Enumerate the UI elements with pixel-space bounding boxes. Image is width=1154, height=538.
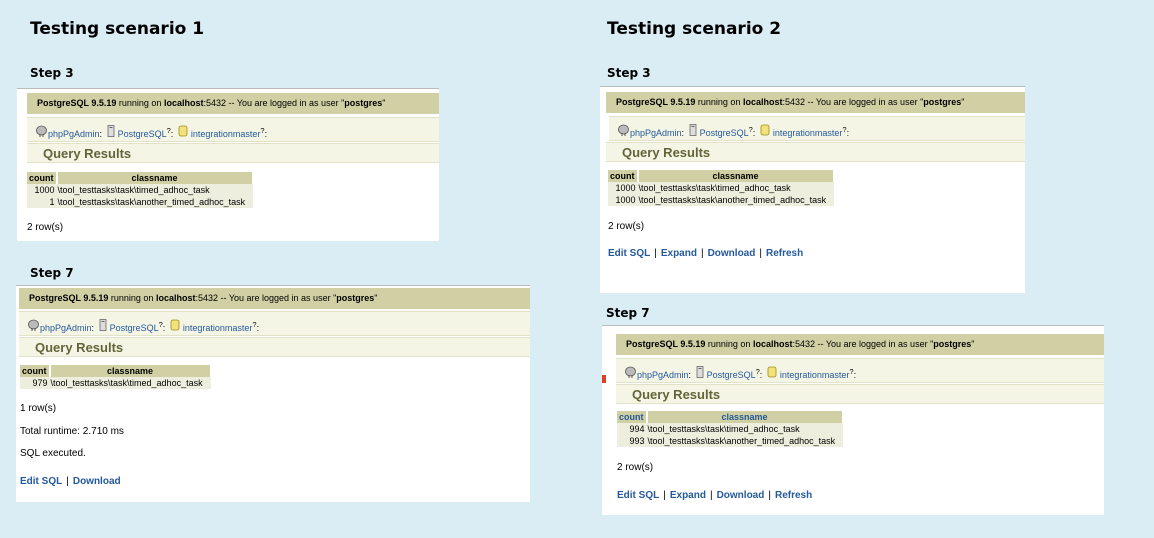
server-info-bar: PostgreSQL 9.5.19 running on localhost:5… — [19, 288, 530, 309]
s2-step3-label: Step 3 — [607, 66, 651, 80]
column-classname: classname — [646, 411, 844, 423]
s2-step7-label: Step 7 — [606, 306, 650, 320]
breadcrumb-phppgadmin[interactable]: phpPgAdmin — [630, 128, 682, 138]
breadcrumb-server[interactable]: PostgreSQL — [110, 323, 159, 333]
breadcrumb-phppgadmin[interactable]: phpPgAdmin — [40, 323, 92, 333]
query-results-heading: Query Results — [616, 384, 1104, 404]
s2-step3-panel: PostgreSQL 9.5.19 running on localhost:5… — [600, 86, 1025, 293]
results-table: count classname 979 \tool_testtasks\task… — [20, 365, 212, 389]
table-row: 1000 \tool_testtasks\task\timed_adhoc_ta… — [608, 182, 834, 194]
total-runtime: Total runtime: 2.710 ms — [20, 426, 124, 437]
breadcrumb-database[interactable]: integrationmaster — [191, 129, 261, 139]
results-table: count classname 994 \tool_testtasks\task… — [617, 411, 844, 447]
expand-link[interactable]: Expand — [661, 248, 697, 259]
expand-link[interactable]: Expand — [670, 490, 706, 501]
edit-sql-link[interactable]: Edit SQL — [617, 490, 659, 501]
column-count: count — [20, 365, 51, 377]
refresh-link[interactable]: Refresh — [766, 248, 803, 259]
s1-step3-panel: PostgreSQL 9.5.19 running on localhost:5… — [17, 88, 439, 241]
row-count: 2 row(s) — [27, 222, 64, 233]
scenario-2-title: Testing scenario 2 — [607, 19, 782, 39]
s1-step3-label: Step 3 — [30, 66, 74, 80]
server-info-bar: PostgreSQL 9.5.19 running on localhost:5… — [27, 93, 439, 114]
table-row: 994 \tool_testtasks\task\timed_adhoc_tas… — [617, 423, 843, 435]
server-info-bar: PostgreSQL 9.5.19 running on localhost:5… — [616, 334, 1104, 355]
row-count: 1 row(s) — [20, 403, 57, 414]
breadcrumb: phpPgAdmin: PostgreSQL?: integrationmast… — [19, 311, 530, 336]
breadcrumb: phpPgAdmin: PostgreSQL?: integrationmast… — [609, 116, 1025, 141]
table-row: 1000 \tool_testtasks\task\timed_adhoc_ta… — [27, 184, 253, 196]
column-count: count — [617, 411, 648, 423]
table-row: 1 \tool_testtasks\task\another_timed_adh… — [27, 196, 253, 208]
breadcrumb: phpPgAdmin: PostgreSQL?: integrationmast… — [27, 117, 439, 142]
breadcrumb-phppgadmin[interactable]: phpPgAdmin — [48, 129, 100, 139]
row-count: 2 row(s) — [608, 221, 645, 232]
breadcrumb: phpPgAdmin: PostgreSQL?: integrationmast… — [616, 358, 1104, 383]
action-links: Edit SQL | Download — [20, 476, 121, 487]
column-classname: classname — [49, 365, 212, 377]
breadcrumb-database[interactable]: integrationmaster — [183, 323, 253, 333]
s1-step7-label: Step 7 — [30, 266, 74, 280]
download-link[interactable]: Download — [708, 248, 756, 259]
row-count: 2 row(s) — [617, 462, 654, 473]
server-info-bar: PostgreSQL 9.5.19 running on localhost:5… — [606, 92, 1025, 113]
table-row: 979 \tool_testtasks\task\timed_adhoc_tas… — [20, 377, 211, 389]
table-row: 993 \tool_testtasks\task\another_timed_a… — [617, 435, 843, 447]
column-count: count — [27, 172, 58, 184]
table-row: 1000 \tool_testtasks\task\another_timed_… — [608, 194, 834, 206]
results-table: count classname 1000 \tool_testtasks\tas… — [608, 170, 835, 206]
breadcrumb-database[interactable]: integrationmaster — [773, 128, 843, 138]
breadcrumb-server[interactable]: PostgreSQL — [700, 128, 749, 138]
download-link[interactable]: Download — [73, 476, 121, 487]
s2-step7-panel: PostgreSQL 9.5.19 running on localhost:5… — [602, 325, 1104, 515]
column-count: count — [608, 170, 639, 182]
refresh-link[interactable]: Refresh — [775, 490, 812, 501]
column-classname: classname — [56, 172, 254, 184]
sql-executed-message: SQL executed. — [20, 448, 86, 459]
edit-sql-link[interactable]: Edit SQL — [608, 248, 650, 259]
results-table: count classname 1000 \tool_testtasks\tas… — [27, 172, 254, 208]
breadcrumb-phppgadmin[interactable]: phpPgAdmin — [637, 370, 689, 380]
download-link[interactable]: Download — [717, 490, 765, 501]
action-links: Edit SQL | Expand | Download | Refresh — [608, 248, 804, 259]
action-links: Edit SQL | Expand | Download | Refresh — [617, 490, 813, 501]
s1-step7-panel: PostgreSQL 9.5.19 running on localhost:5… — [16, 285, 530, 502]
breadcrumb-server[interactable]: PostgreSQL — [707, 370, 756, 380]
edit-sql-link[interactable]: Edit SQL — [20, 476, 62, 487]
scenario-1-title: Testing scenario 1 — [30, 19, 205, 39]
query-results-heading: Query Results — [27, 143, 439, 163]
left-edge-marker — [602, 375, 606, 383]
breadcrumb-database[interactable]: integrationmaster — [780, 370, 850, 380]
column-classname: classname — [637, 170, 835, 182]
breadcrumb-server[interactable]: PostgreSQL — [118, 129, 167, 139]
query-results-heading: Query Results — [19, 337, 530, 357]
query-results-heading: Query Results — [606, 142, 1025, 162]
